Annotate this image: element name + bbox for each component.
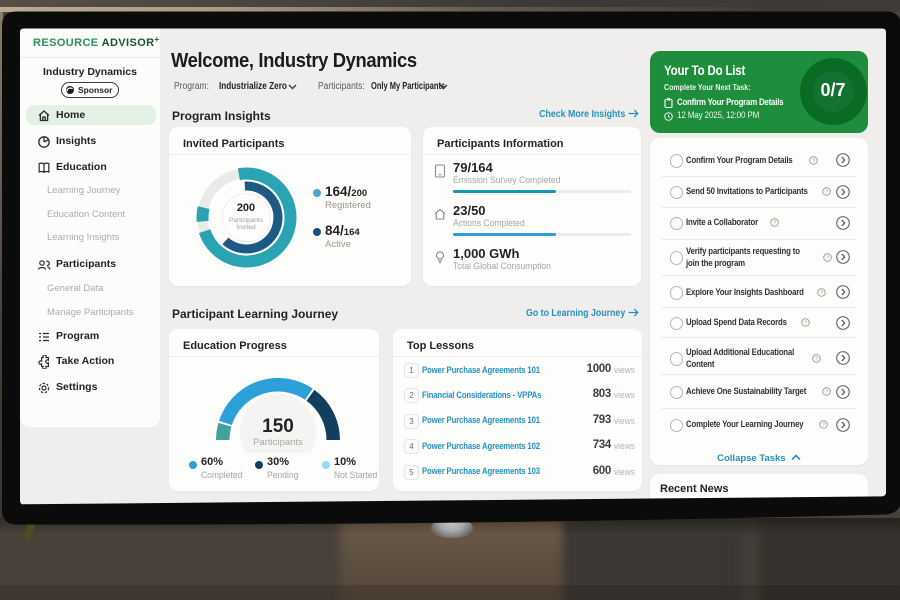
svg-text:?: ? xyxy=(773,221,776,227)
svg-text:?: ? xyxy=(825,390,828,396)
svg-text:?: ? xyxy=(825,190,828,196)
svg-text:?: ? xyxy=(804,321,807,327)
svg-text:?: ? xyxy=(822,423,825,429)
svg-text:?: ? xyxy=(814,356,817,362)
svg-text:?: ? xyxy=(826,255,829,261)
svg-text:?: ? xyxy=(820,290,823,296)
svg-text:?: ? xyxy=(812,158,815,164)
